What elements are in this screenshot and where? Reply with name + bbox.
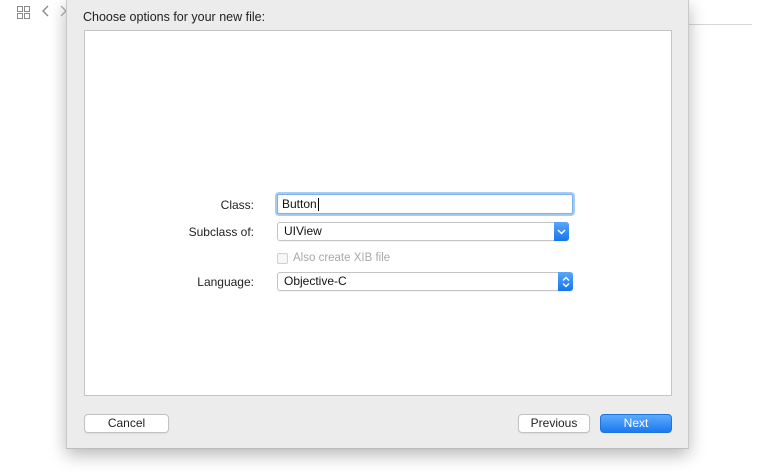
xib-checkbox-row: Also create XIB file [277, 251, 390, 265]
subclass-value: UIView [284, 224, 322, 238]
class-label: Class: [220, 198, 254, 212]
sheet-title: Choose options for your new file: [83, 10, 266, 24]
previous-button[interactable]: Previous [518, 414, 590, 433]
class-name-value: Button [282, 197, 317, 211]
language-value: Objective-C [284, 274, 347, 288]
subclass-label: Subclass of: [188, 225, 254, 239]
xib-checkbox[interactable] [277, 252, 288, 264]
options-panel: Class: Button Subclass of: UIView Also c… [84, 30, 672, 396]
subclass-combobox[interactable]: UIView [277, 222, 569, 241]
up-down-chevron-icon[interactable] [558, 272, 573, 291]
grid-icon[interactable] [17, 6, 30, 19]
cancel-button[interactable]: Cancel [84, 414, 169, 433]
language-popup[interactable]: Objective-C [277, 272, 573, 291]
next-button[interactable]: Next [600, 414, 672, 433]
toolbar-divider [688, 24, 752, 25]
xib-checkbox-label: Also create XIB file [293, 252, 391, 264]
language-label: Language: [197, 275, 254, 289]
new-file-options-sheet: Choose options for your new file: Class:… [66, 0, 689, 449]
class-name-input[interactable]: Button [277, 194, 573, 214]
chevron-left-icon[interactable] [40, 3, 52, 19]
text-caret [317, 198, 319, 212]
chevron-down-icon[interactable] [554, 222, 569, 241]
